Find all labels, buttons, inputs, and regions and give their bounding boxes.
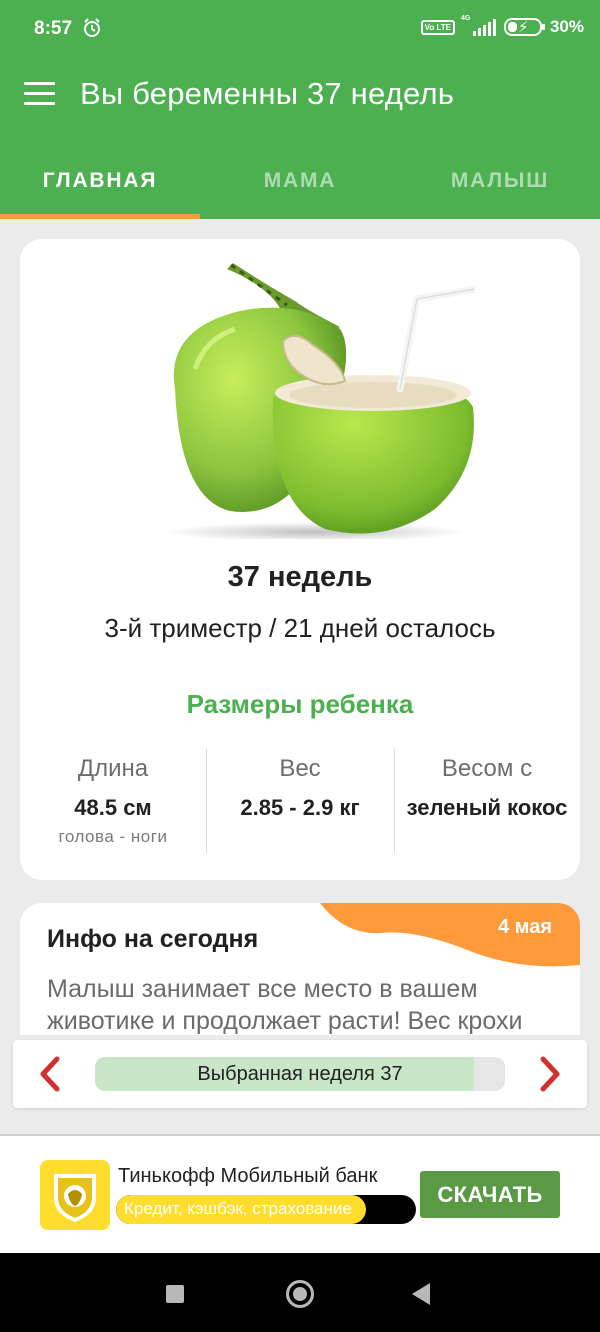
week-card: 37 недель 3-й триместр / 21 дней осталос… <box>20 239 580 880</box>
back-icon[interactable] <box>412 1283 430 1305</box>
info-title: Инфо на сегодня <box>47 925 259 953</box>
ad-title: Тинькофф Мобильный банк <box>118 1165 378 1187</box>
stat-length: Длина 48.5 см голова - ноги <box>20 749 206 853</box>
page-title: Вы беременны 37 недель <box>80 76 455 111</box>
info-today-card[interactable]: 4 мая Инфо на сегодня Малыш занимает все… <box>20 903 580 1035</box>
stat-size-compare-value: зеленый кокос <box>406 795 568 820</box>
battery-percent: 30% <box>549 17 584 36</box>
green-coconut-illustration <box>165 263 475 539</box>
info-date: 4 мая <box>497 916 552 938</box>
stat-size-compare: Весом с зеленый кокос <box>394 749 580 853</box>
ad-subtitle: Кредит, кэшбэк, страхование <box>124 1199 352 1218</box>
chevron-left-icon[interactable] <box>31 1054 71 1094</box>
stat-length-value: 48.5 см <box>74 795 152 820</box>
alarm-icon <box>84 18 100 37</box>
stat-weight: Вес 2.85 - 2.9 кг <box>206 749 394 853</box>
week-selector: Выбранная неделя 37 <box>13 1040 587 1108</box>
tab-baby[interactable]: МАЛЫШ <box>400 150 600 219</box>
trimester-text: 3-й триместр / 21 дней осталось <box>104 613 496 643</box>
week-title: 37 недель <box>227 561 373 593</box>
stat-weight-label: Вес <box>279 755 321 782</box>
stat-length-label: Длина <box>77 755 149 782</box>
week-progress-bar[interactable]: Выбранная неделя 37 <box>95 1057 505 1091</box>
home-icon[interactable] <box>286 1280 314 1308</box>
info-text: Малыш занимает все место в вашем животик… <box>47 975 523 1035</box>
volte-icon: Vo LTE <box>420 19 455 35</box>
tab-main[interactable]: ГЛАВНАЯ <box>0 150 200 219</box>
chevron-right-icon[interactable] <box>529 1054 569 1094</box>
stat-weight-value: 2.85 - 2.9 кг <box>240 795 360 820</box>
tab-bar: ГЛАВНАЯ МАМА МАЛЫШ <box>0 150 600 219</box>
ad-download-button[interactable]: СКАЧАТЬ <box>420 1171 560 1218</box>
ad-subtitle-pill: Кредит, кэшбэк, страхование <box>116 1195 416 1224</box>
app-bar: 8:57 Vo LTE 4G ⚡ 30% Вы беременны 37 нед… <box>0 0 600 219</box>
tab-mom[interactable]: МАМА <box>200 150 400 219</box>
selected-week-label: Выбранная неделя 37 <box>197 1063 403 1085</box>
stat-size-compare-label: Весом с <box>441 755 533 782</box>
status-bar: 8:57 Vo LTE 4G ⚡ 30% <box>0 0 600 58</box>
system-nav-bar <box>0 1253 600 1332</box>
signal-icon: 4G <box>460 15 496 36</box>
tinkoff-logo-icon <box>40 1160 110 1230</box>
stat-length-sub: голова - ноги <box>58 827 168 846</box>
recent-apps-icon[interactable] <box>166 1285 184 1303</box>
battery-charging-icon: ⚡ <box>503 18 545 36</box>
status-time: 8:57 <box>34 18 73 39</box>
baby-stats: Длина 48.5 см голова - ноги Вес 2.85 - 2… <box>20 749 580 853</box>
hamburger-menu-icon[interactable] <box>24 82 56 106</box>
network-type-label: 4G <box>460 15 471 22</box>
ad-banner[interactable]: Тинькофф Мобильный банк Кредит, кэшбэк, … <box>0 1136 600 1253</box>
status-icons: Vo LTE 4G ⚡ 30% <box>420 15 584 37</box>
baby-sizes-title: Размеры ребенка <box>186 689 414 719</box>
